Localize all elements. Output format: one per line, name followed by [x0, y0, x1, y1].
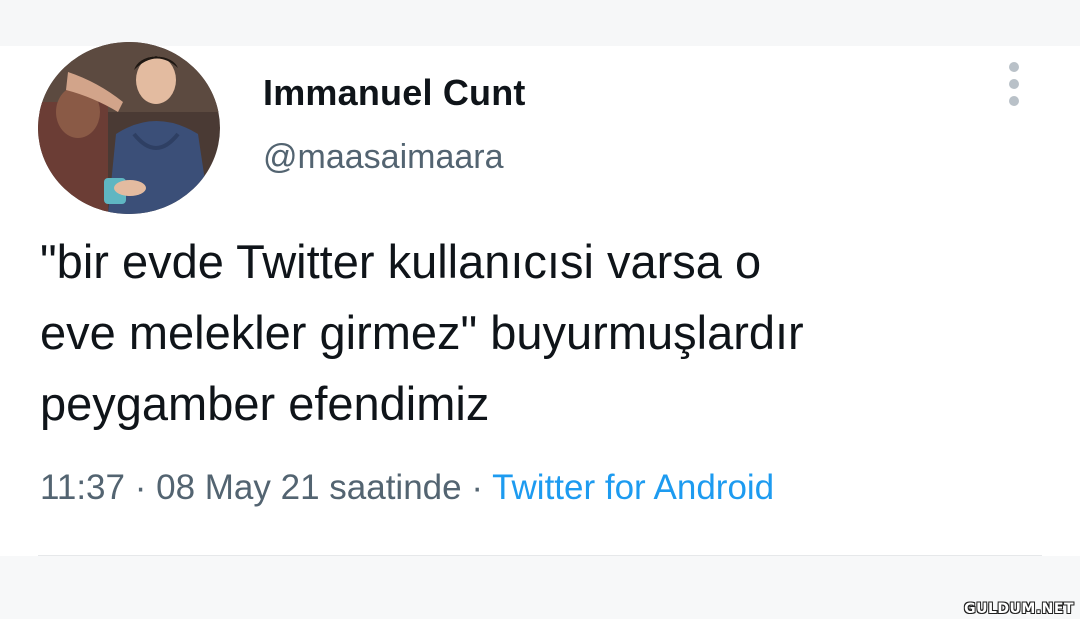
tweet-text-line: peygamber efendimiz: [40, 377, 490, 430]
top-strip: [0, 0, 1080, 46]
tweet-text-line: eve melekler girmez" buyurmuşlardır: [40, 306, 804, 359]
user-handle[interactable]: @maasaimaara: [263, 138, 504, 177]
tweet-time[interactable]: 11:37: [40, 468, 125, 507]
tweet-date[interactable]: 08 May 21 saatinde: [156, 468, 461, 507]
watermark: GULDUM.NET: [964, 601, 1074, 617]
meta-separator: ·: [461, 468, 493, 507]
tweet-text-line: "bir evde Twitter kullanıcısi varsa o: [40, 235, 762, 288]
tweet-text: "bir evde Twitter kullanıcısi varsa o ev…: [40, 226, 1040, 439]
tweet-meta: 11:37 · 08 May 21 saatinde · Twitter for…: [40, 468, 774, 508]
avatar-photo: [38, 42, 220, 214]
meta-separator: ·: [125, 468, 157, 507]
bottom-strip: [0, 556, 1080, 619]
more-vertical-icon[interactable]: [1004, 62, 1024, 112]
avatar[interactable]: [38, 42, 220, 214]
display-name[interactable]: Immanuel Cunt: [263, 72, 526, 114]
tweet-source-link[interactable]: Twitter for Android: [492, 468, 774, 507]
